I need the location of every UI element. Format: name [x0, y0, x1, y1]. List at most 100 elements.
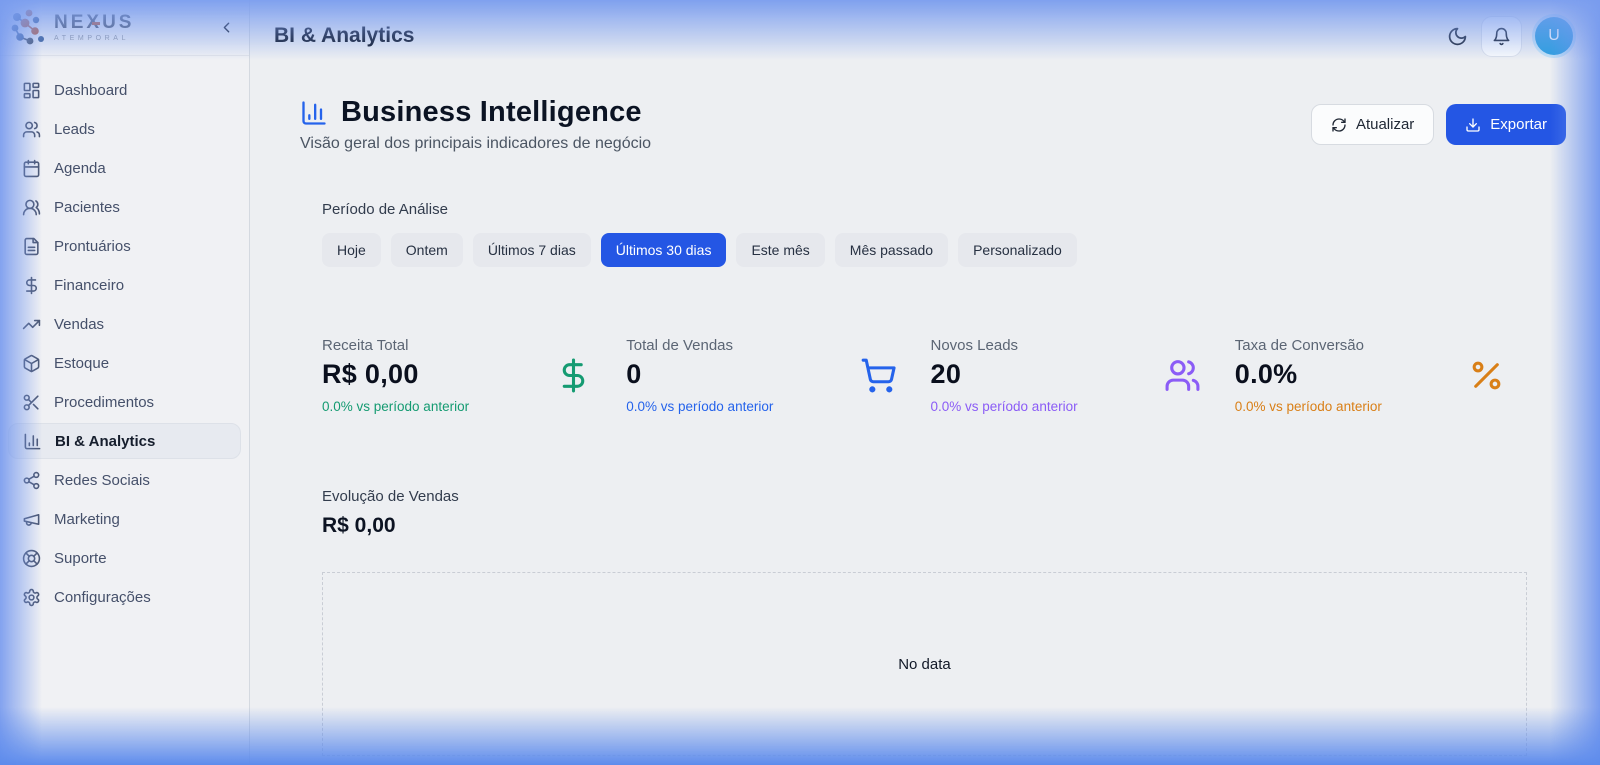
page-title: Business Intelligence — [341, 96, 642, 128]
export-button[interactable]: Exportar — [1446, 104, 1566, 145]
dark-mode-toggle[interactable] — [1447, 26, 1468, 47]
sidebar-nav: Dashboard Leads Agenda Pacientes Prontuá… — [0, 56, 249, 631]
page-subtitle: Visão geral dos principais indicadores d… — [300, 135, 652, 152]
sidebar-item-redes-sociais[interactable]: Redes Sociais — [8, 462, 241, 498]
kpi-text: Taxa de Conversão 0.0% 0.0% vs período a… — [1235, 337, 1382, 414]
sidebar-item-financeiro[interactable]: Financeiro — [8, 267, 241, 303]
brand-text: NEXUS ATEMPORAL — [54, 12, 135, 43]
sidebar-item-leads[interactable]: Leads — [8, 111, 241, 147]
sidebar-item-label: Agenda — [54, 159, 106, 177]
kpi-card-receita-total: Receita Total R$ 0,00 0.0% vs período an… — [322, 337, 614, 414]
kpi-value: 0.0% — [1234, 359, 1298, 389]
sidebar-item-pacientes[interactable]: Pacientes — [8, 189, 241, 225]
kpi-label: Total de Vendas — [626, 337, 734, 354]
period-option-ultimos-30-dias[interactable]: Últimos 30 dias — [600, 233, 727, 267]
kpi-card-novos-leads: Novos Leads 20 0.0% vs período anterior — [931, 337, 1223, 414]
share-icon — [22, 471, 41, 490]
patients-icon — [22, 198, 41, 217]
users-icon — [1164, 357, 1201, 394]
refresh-button[interactable]: Atualizar — [1310, 104, 1435, 145]
dashboard-icon — [22, 81, 41, 100]
avatar-initial: U — [1548, 27, 1560, 44]
sidebar: NEXUS ATEMPORAL Dashboard Leads Agenda P… — [0, 0, 250, 765]
sidebar-item-procedimentos[interactable]: Procedimentos — [8, 384, 241, 420]
lifebuoy-icon — [22, 549, 41, 568]
sidebar-item-label: Estoque — [54, 354, 110, 372]
scissors-icon — [22, 393, 41, 412]
brand-logo: NEXUS ATEMPORAL — [8, 8, 134, 48]
kpi-delta: 0.0% vs período anterior — [626, 399, 774, 414]
sidebar-item-agenda[interactable]: Agenda — [8, 150, 241, 186]
sidebar-item-label: Leads — [54, 120, 95, 138]
kpi-delta: 0.0% vs período anterior — [930, 399, 1078, 414]
topbar-title: BI & Analytics — [274, 24, 415, 47]
refresh-label: Atualizar — [1355, 116, 1415, 133]
download-icon — [1466, 117, 1480, 132]
kpi-label: Novos Leads — [930, 337, 1019, 354]
dollar-icon — [22, 276, 41, 295]
kpi-delta: 0.0% vs período anterior — [322, 399, 470, 414]
sidebar-header: NEXUS ATEMPORAL — [0, 0, 249, 56]
kpi-text: Novos Leads 20 0.0% vs período anterior — [931, 337, 1078, 414]
percent-icon — [1468, 357, 1505, 394]
period-option-hoje[interactable]: Hoje — [322, 233, 381, 267]
topbar: BI & Analytics U — [250, 0, 1600, 72]
dollar-icon — [555, 357, 592, 394]
period-option-personalizado[interactable]: Personalizado — [958, 233, 1077, 267]
page-content: Business Intelligence Visão geral dos pr… — [250, 72, 1600, 765]
page-header-text: Business Intelligence Visão geral dos pr… — [300, 96, 651, 153]
sidebar-item-configuracoes[interactable]: Configurações — [8, 579, 241, 615]
sidebar-item-marketing[interactable]: Marketing — [8, 501, 241, 537]
sidebar-item-label: BI & Analytics — [55, 432, 156, 450]
kpi-label: Receita Total — [322, 337, 409, 354]
no-data-message: No data — [898, 655, 951, 673]
kpi-value: 20 — [930, 359, 962, 389]
main-area: BI & Analytics U Business Intelligence V… — [250, 0, 1600, 765]
period-option-ultimos-7-dias[interactable]: Últimos 7 dias — [472, 233, 591, 267]
sidebar-item-label: Redes Sociais — [54, 471, 150, 489]
sidebar-item-label: Configurações — [54, 588, 151, 606]
sidebar-item-label: Procedimentos — [54, 393, 155, 411]
calendar-icon — [22, 159, 41, 178]
notifications-button[interactable] — [1481, 15, 1522, 57]
app-window: NEXUS ATEMPORAL Dashboard Leads Agenda P… — [0, 0, 1600, 765]
kpi-text: Receita Total R$ 0,00 0.0% vs período an… — [322, 337, 469, 414]
gear-icon — [22, 588, 41, 607]
page-actions: Atualizar Exportar — [1310, 104, 1566, 145]
export-label: Exportar — [1490, 116, 1547, 133]
sales-chart-title: Evolução de Vendas — [322, 488, 459, 505]
sidebar-item-bi-analytics[interactable]: BI & Analytics — [8, 423, 241, 459]
kpi-row: Receita Total R$ 0,00 0.0% vs período an… — [322, 337, 1527, 414]
sales-chart-value: R$ 0,00 — [322, 514, 396, 537]
sidebar-item-suporte[interactable]: Suporte — [8, 540, 241, 576]
sidebar-item-label: Financeiro — [54, 276, 125, 294]
kpi-label: Taxa de Conversão — [1234, 337, 1364, 354]
kpi-card-taxa-de-conversao: Taxa de Conversão 0.0% 0.0% vs período a… — [1235, 337, 1527, 414]
sales-evolution-section: Evolução de Vendas R$ 0,00 No data — [322, 488, 1527, 756]
topbar-actions: U — [1447, 15, 1573, 57]
bar-chart-icon — [23, 432, 42, 451]
period-option-mes-passado[interactable]: Mês passado — [834, 233, 949, 267]
sidebar-item-label: Marketing — [54, 510, 120, 528]
bar-chart-icon — [300, 99, 328, 127]
kpi-card-total-de-vendas: Total de Vendas 0 0.0% vs período anteri… — [626, 337, 918, 414]
sidebar-item-dashboard[interactable]: Dashboard — [8, 72, 241, 108]
user-avatar[interactable]: U — [1535, 17, 1573, 55]
page-header: Business Intelligence Visão geral dos pr… — [300, 96, 1566, 153]
sidebar-collapse-button[interactable] — [218, 19, 235, 36]
sidebar-item-label: Dashboard — [54, 81, 128, 99]
sidebar-item-estoque[interactable]: Estoque — [8, 345, 241, 381]
period-option-ontem[interactable]: Ontem — [390, 233, 463, 267]
users-icon — [22, 120, 41, 139]
chevron-left-icon — [223, 22, 230, 33]
kpi-text: Total de Vendas 0 0.0% vs período anteri… — [626, 337, 773, 414]
kpi-value: 0 — [626, 359, 642, 389]
period-options: Hoje Ontem Últimos 7 dias Últimos 30 dia… — [322, 233, 1527, 267]
megaphone-icon — [22, 510, 41, 529]
sidebar-item-label: Vendas — [54, 315, 105, 333]
sidebar-item-vendas[interactable]: Vendas — [8, 306, 241, 342]
period-option-este-mes[interactable]: Este mês — [736, 233, 825, 267]
sidebar-item-prontuarios[interactable]: Prontuários — [8, 228, 241, 264]
nexus-logo-icon — [11, 9, 44, 44]
brand-name: NEXUS — [54, 12, 135, 33]
